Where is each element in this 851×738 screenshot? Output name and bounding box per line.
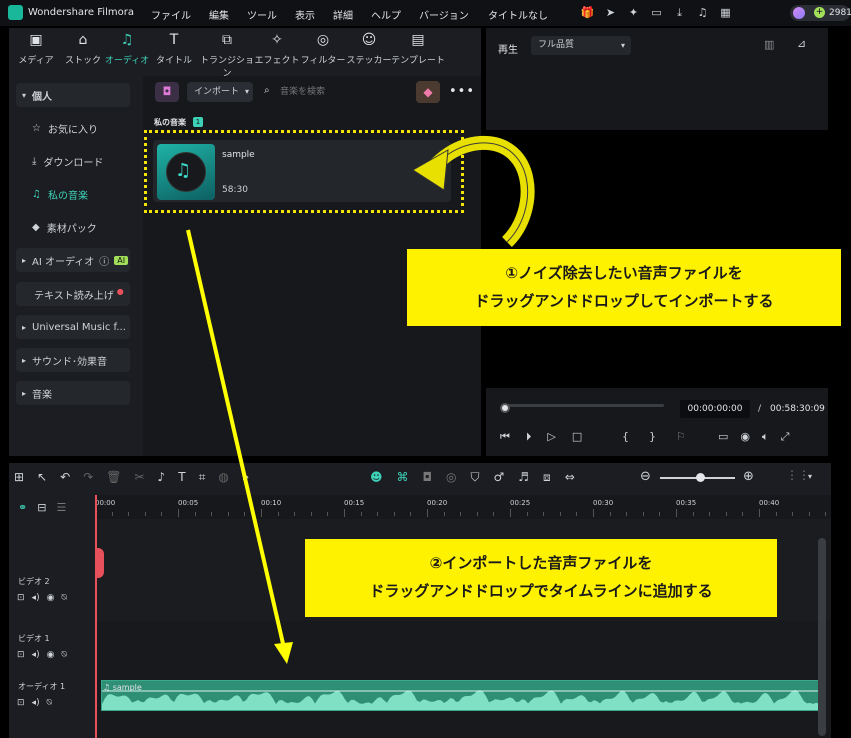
- curved-arrow-head: [412, 149, 449, 191]
- drag-arrow-shaft: [186, 229, 286, 649]
- drag-arrow-head: [274, 642, 293, 664]
- annotation-arrows: [186, 135, 535, 664]
